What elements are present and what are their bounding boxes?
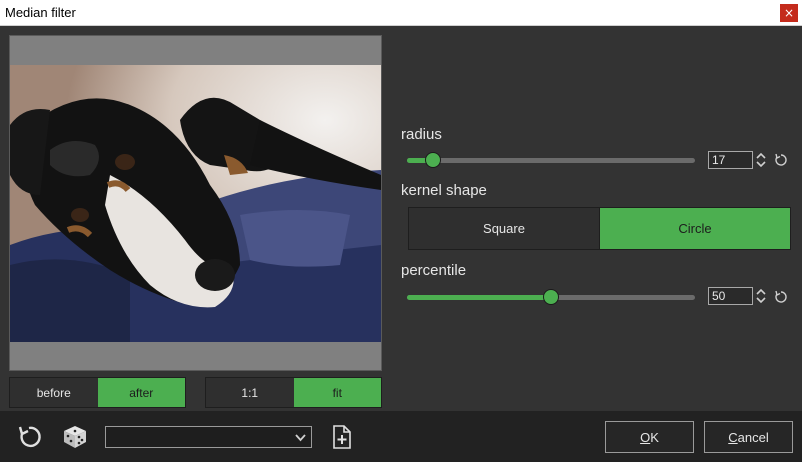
- percentile-slider-fill: [407, 295, 551, 300]
- cancel-mnemonic: C: [728, 429, 738, 445]
- zoom-fit-button[interactable]: fit: [293, 378, 381, 407]
- preview-image: [10, 65, 381, 342]
- title-bar: Median filter ×: [0, 0, 802, 26]
- radius-spin-arrows-icon[interactable]: [756, 151, 766, 169]
- dice-icon[interactable]: [62, 424, 88, 450]
- window-title: Median filter: [5, 5, 76, 20]
- percentile-slider-thumb[interactable]: [543, 289, 559, 305]
- after-button[interactable]: after: [97, 378, 185, 407]
- zoom-1-1-button[interactable]: 1:1: [206, 378, 294, 407]
- radius-input[interactable]: 17: [708, 151, 753, 169]
- before-button[interactable]: before: [10, 378, 98, 407]
- kernel-shape-label: kernel shape: [401, 182, 487, 199]
- zoom-toggle: 1:1 fit: [205, 377, 382, 408]
- chevron-down-icon: [295, 434, 306, 442]
- cancel-label-rest: ancel: [737, 429, 769, 445]
- kernel-shape-circle-button[interactable]: Circle: [600, 208, 790, 249]
- preset-dropdown[interactable]: [105, 426, 312, 448]
- new-file-icon[interactable]: [329, 424, 355, 450]
- reset-icon[interactable]: [16, 424, 42, 450]
- kernel-shape-square-button[interactable]: Square: [409, 208, 600, 249]
- percentile-reset-small-icon[interactable]: [774, 290, 788, 304]
- radius-label: radius: [401, 126, 442, 143]
- percentile-spin-arrows-icon[interactable]: [756, 287, 766, 305]
- ok-label-rest: K: [650, 429, 659, 445]
- before-after-toggle: before after: [9, 377, 186, 408]
- radius-slider[interactable]: [407, 152, 695, 168]
- percentile-input[interactable]: 50: [708, 287, 753, 305]
- percentile-slider[interactable]: [407, 289, 695, 305]
- kernel-shape-toggle: Square Circle: [408, 207, 791, 250]
- percentile-label: percentile: [401, 262, 467, 279]
- close-button[interactable]: ×: [780, 4, 798, 22]
- ok-button[interactable]: OK: [605, 421, 694, 453]
- radius-reset-small-icon[interactable]: [774, 153, 788, 167]
- dog-photo: [10, 65, 381, 342]
- ok-mnemonic: O: [640, 429, 651, 445]
- radius-slider-thumb[interactable]: [425, 152, 441, 168]
- preview-panel: [9, 35, 382, 371]
- cancel-button[interactable]: Cancel: [704, 421, 793, 453]
- radius-slider-track: [407, 158, 695, 163]
